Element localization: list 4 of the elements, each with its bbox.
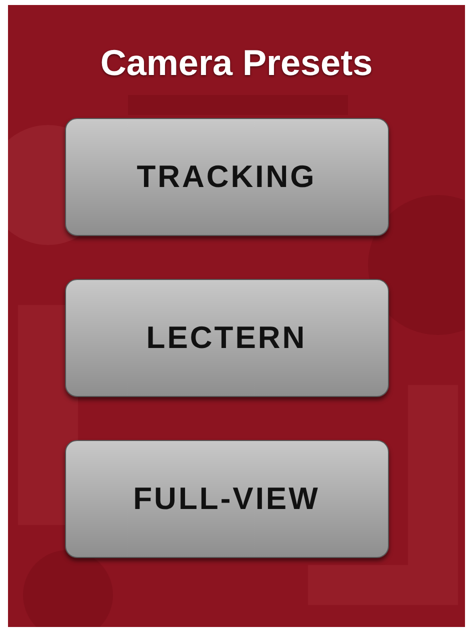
- preset-button[interactable]: LECTERN: [64, 279, 388, 397]
- preset-button[interactable]: TRACKING: [64, 118, 388, 236]
- preset-button[interactable]: FULL-VIEW: [64, 440, 388, 558]
- panel-title: Camera Presets: [100, 41, 373, 81]
